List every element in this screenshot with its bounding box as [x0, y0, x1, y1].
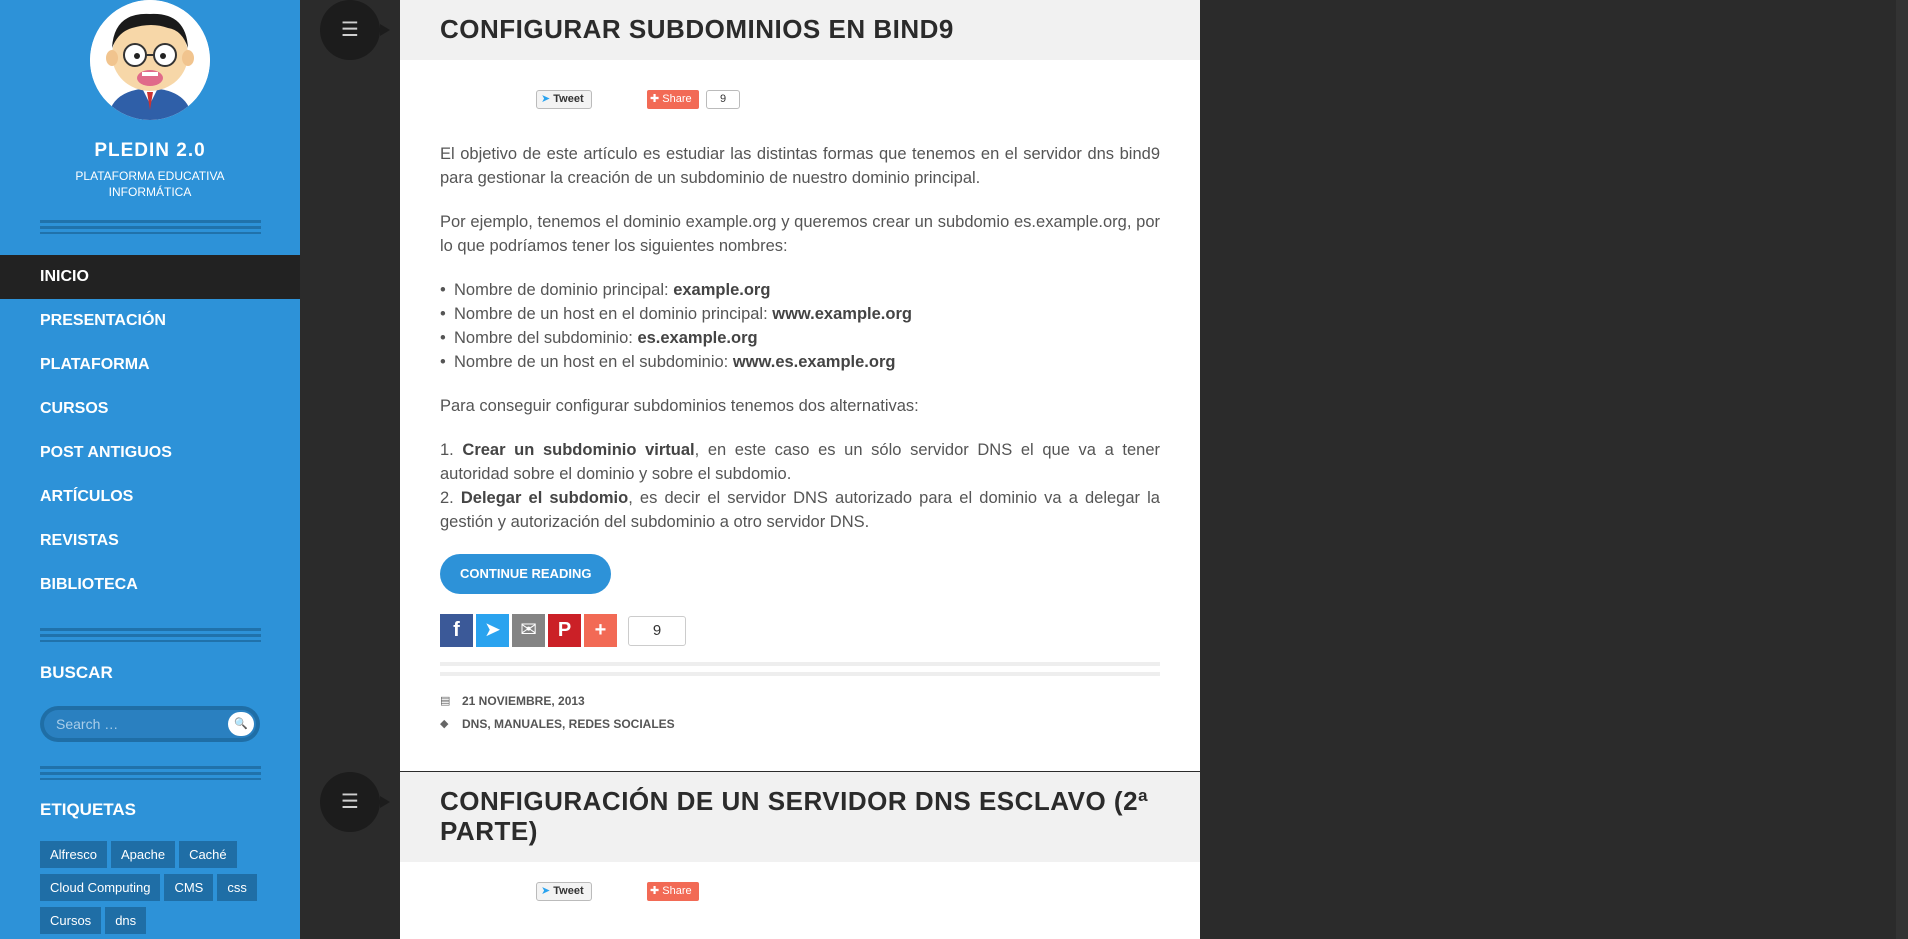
facebook-icon: f — [453, 619, 460, 641]
post-format-standard-icon: ☰ — [320, 0, 390, 60]
tag-icon: ◆ — [440, 718, 449, 730]
twitter-bird-icon: ➤ — [541, 885, 551, 897]
plus-icon: ✚ — [650, 93, 660, 105]
twitter-share-button[interactable]: ➤ — [476, 614, 509, 647]
list-item: Nombre de dominio principal: example.org — [440, 278, 1160, 302]
nav-item-revistas[interactable]: REVISTAS — [0, 519, 300, 563]
email-icon: ✉ — [520, 619, 537, 641]
tags-widget-title: ETIQUETAS — [40, 800, 137, 819]
post-title[interactable]: CONFIGURAR SUBDOMINIOS EN BIND9 — [440, 14, 1160, 44]
search-input[interactable] — [44, 710, 256, 738]
tweet-label: Tweet — [553, 93, 584, 105]
tag-link[interactable]: Alfresco — [40, 841, 107, 868]
post-header: CONFIGURAR SUBDOMINIOS EN BIND9 — [400, 0, 1200, 60]
post-title[interactable]: CONFIGURACIÓN DE UN SERVIDOR DNS ESCLAVO… — [440, 786, 1160, 846]
share-count: 9 — [706, 90, 740, 109]
nav-item-cursos[interactable]: CURSOS — [0, 387, 300, 431]
social-share-bar: f ➤ ✉ P + 9 — [440, 614, 1160, 652]
tag-cloud: Alfresco Apache Caché Cloud Computing CMS css… — [40, 841, 270, 939]
divider-stripe — [40, 220, 261, 234]
post-format-standard-icon: ☰ — [320, 772, 390, 832]
cartoon-avatar-icon — [90, 0, 210, 120]
list-item: Nombre de un host en el dominio principa… — [440, 302, 1160, 326]
tweet-label: Tweet — [553, 885, 584, 897]
post-categories: ◆ DNS, MANUALES, REDES SOCIALES — [440, 713, 1160, 736]
post-meta: ▤ 21 NOVIEMBRE, 2013 ◆ DNS, MANUALES, REDE… — [400, 676, 1200, 758]
search-button[interactable]: 🔍 — [228, 712, 254, 736]
pinterest-share-button[interactable]: P — [548, 614, 581, 647]
alternatives-paragraph: 1. Crear un subdominio virtual, en este … — [440, 441, 1160, 531]
list-item: Nombre de un host en el subdominio: www.… — [440, 350, 1160, 374]
tag-link[interactable]: Cursos — [40, 907, 102, 934]
post-date: ▤ 21 NOVIEMBRE, 2013 — [440, 690, 1160, 713]
divider-double-rule — [440, 662, 1160, 676]
main-nav: INICIO PRESENTACIÓN PLATAFORMA CURSOS PO… — [0, 255, 300, 607]
tag-link[interactable]: dns — [105, 907, 147, 934]
addthis-share-button[interactable]: ✚ Share — [647, 882, 699, 901]
nav-item-plataforma[interactable]: PLATAFORMA — [0, 343, 300, 387]
divider-stripe — [40, 766, 261, 780]
paragraph: El objetivo de este artículo es estudiar… — [440, 145, 1160, 187]
social-share-count: 9 — [628, 616, 686, 646]
tweet-button[interactable]: ➤ Tweet — [536, 882, 592, 901]
nav-item-articulos[interactable]: ARTÍCULOS — [0, 475, 300, 519]
email-share-button[interactable]: ✉ — [512, 614, 545, 647]
calendar-icon: ▤ — [440, 695, 451, 707]
tag-link[interactable]: CMS — [164, 874, 214, 901]
site-title[interactable]: PLEDIN 2.0 — [0, 140, 300, 162]
twitter-icon: ➤ — [484, 619, 501, 641]
post-header: CONFIGURACIÓN DE UN SERVIDOR DNS ESCLAVO… — [400, 772, 1200, 862]
tag-link[interactable]: Caché — [179, 841, 237, 868]
more-share-button[interactable]: + — [584, 614, 617, 647]
addthis-share-button[interactable]: ✚ Share — [647, 90, 699, 109]
share-bar-top: ➤ Tweet ✚ Share 9 — [400, 60, 1200, 109]
list-item: Nombre del subdominio: es.example.org — [440, 326, 1160, 350]
plus-icon: ✚ — [650, 885, 660, 897]
post-date-link[interactable]: 21 NOVIEMBRE, 2013 — [462, 694, 585, 708]
names-list: Nombre de dominio principal: example.org… — [440, 278, 1160, 374]
tag-link[interactable]: css — [217, 874, 257, 901]
share-label: Share — [662, 93, 692, 105]
plus-icon: + — [594, 619, 607, 641]
tag-link[interactable]: Cloud Computing — [40, 874, 161, 901]
post-content: El objetivo de este artículo es estudiar… — [400, 142, 1200, 652]
divider-stripe — [40, 628, 261, 642]
paragraph: Para conseguir configurar subdominios te… — [440, 397, 919, 415]
post-article: CONFIGURAR SUBDOMINIOS EN BIND9 ➤ Tweet … — [400, 0, 1200, 771]
nav-item-presentacion[interactable]: PRESENTACIÓN — [0, 299, 300, 343]
post-article: CONFIGURACIÓN DE UN SERVIDOR DNS ESCLAVO… — [400, 772, 1200, 939]
share-label: Share — [662, 885, 692, 897]
nav-item-inicio[interactable]: INICIO — [0, 255, 300, 299]
pinterest-icon: P — [557, 619, 572, 641]
search-widget-title: BUSCAR — [40, 663, 113, 682]
paragraph: Por ejemplo, tenemos el dominio example.… — [440, 213, 1160, 255]
continue-reading-button[interactable]: CONTINUE READING — [440, 554, 612, 594]
share-bar-top: ➤ Tweet ✚ Share — [400, 862, 1200, 908]
search-form: 🔍 — [40, 706, 260, 742]
site-description: PLATAFORMA EDUCATIVA INFORMÁTICA — [75, 169, 225, 199]
scrollbar[interactable] — [1896, 0, 1908, 939]
sidebar: PLEDIN 2.0 PLATAFORMA EDUCATIVA INFORMÁT… — [0, 0, 300, 939]
nav-item-post-antiguos[interactable]: POST ANTIGUOS — [0, 431, 300, 475]
twitter-bird-icon: ➤ — [541, 93, 551, 105]
site-logo-avatar[interactable] — [90, 0, 210, 120]
nav-item-biblioteca[interactable]: BIBLIOTECA — [0, 563, 300, 607]
tweet-button[interactable]: ➤ Tweet — [536, 90, 592, 109]
category-links[interactable]: DNS, MANUALES, REDES SOCIALES — [462, 717, 675, 731]
search-icon: 🔍 — [234, 718, 248, 730]
tag-link[interactable]: Apache — [110, 841, 176, 868]
facebook-share-button[interactable]: f — [440, 614, 473, 647]
